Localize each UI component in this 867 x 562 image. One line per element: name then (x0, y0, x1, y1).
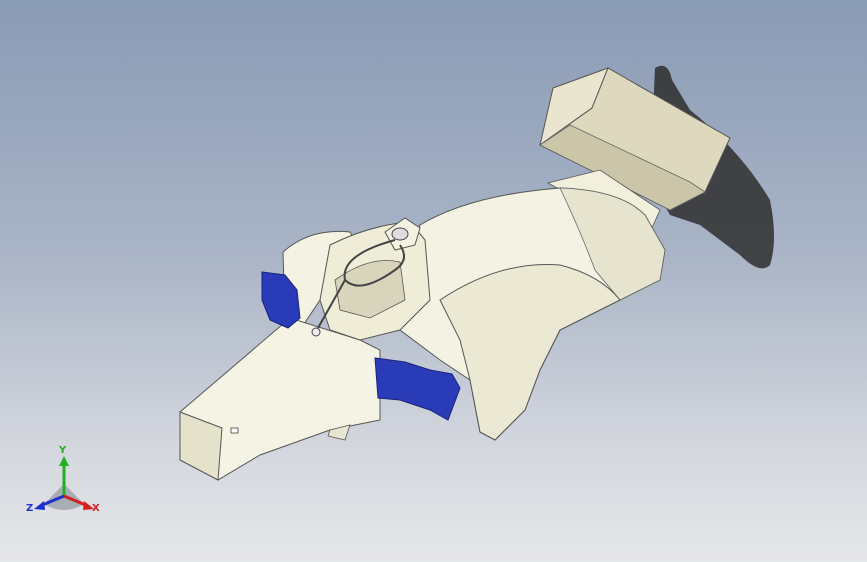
z-axis-arrow (34, 501, 45, 510)
nose-slot (230, 427, 239, 434)
sidepod-right[interactable] (439, 263, 621, 441)
y-axis-arrow (59, 456, 69, 466)
halo-mount (311, 327, 321, 337)
f1-car-model[interactable] (0, 0, 867, 562)
y-axis-label: Y (59, 445, 67, 456)
x-axis-label: X (92, 503, 100, 514)
airbox-intake (391, 227, 409, 241)
z-axis-label: Z (26, 503, 34, 514)
cad-3d-viewport[interactable]: Y X Z (0, 0, 867, 562)
axis-triad: Y X Z (22, 446, 112, 526)
right-bargeboard-flap[interactable] (374, 357, 461, 421)
triad-graphic (34, 456, 94, 510)
